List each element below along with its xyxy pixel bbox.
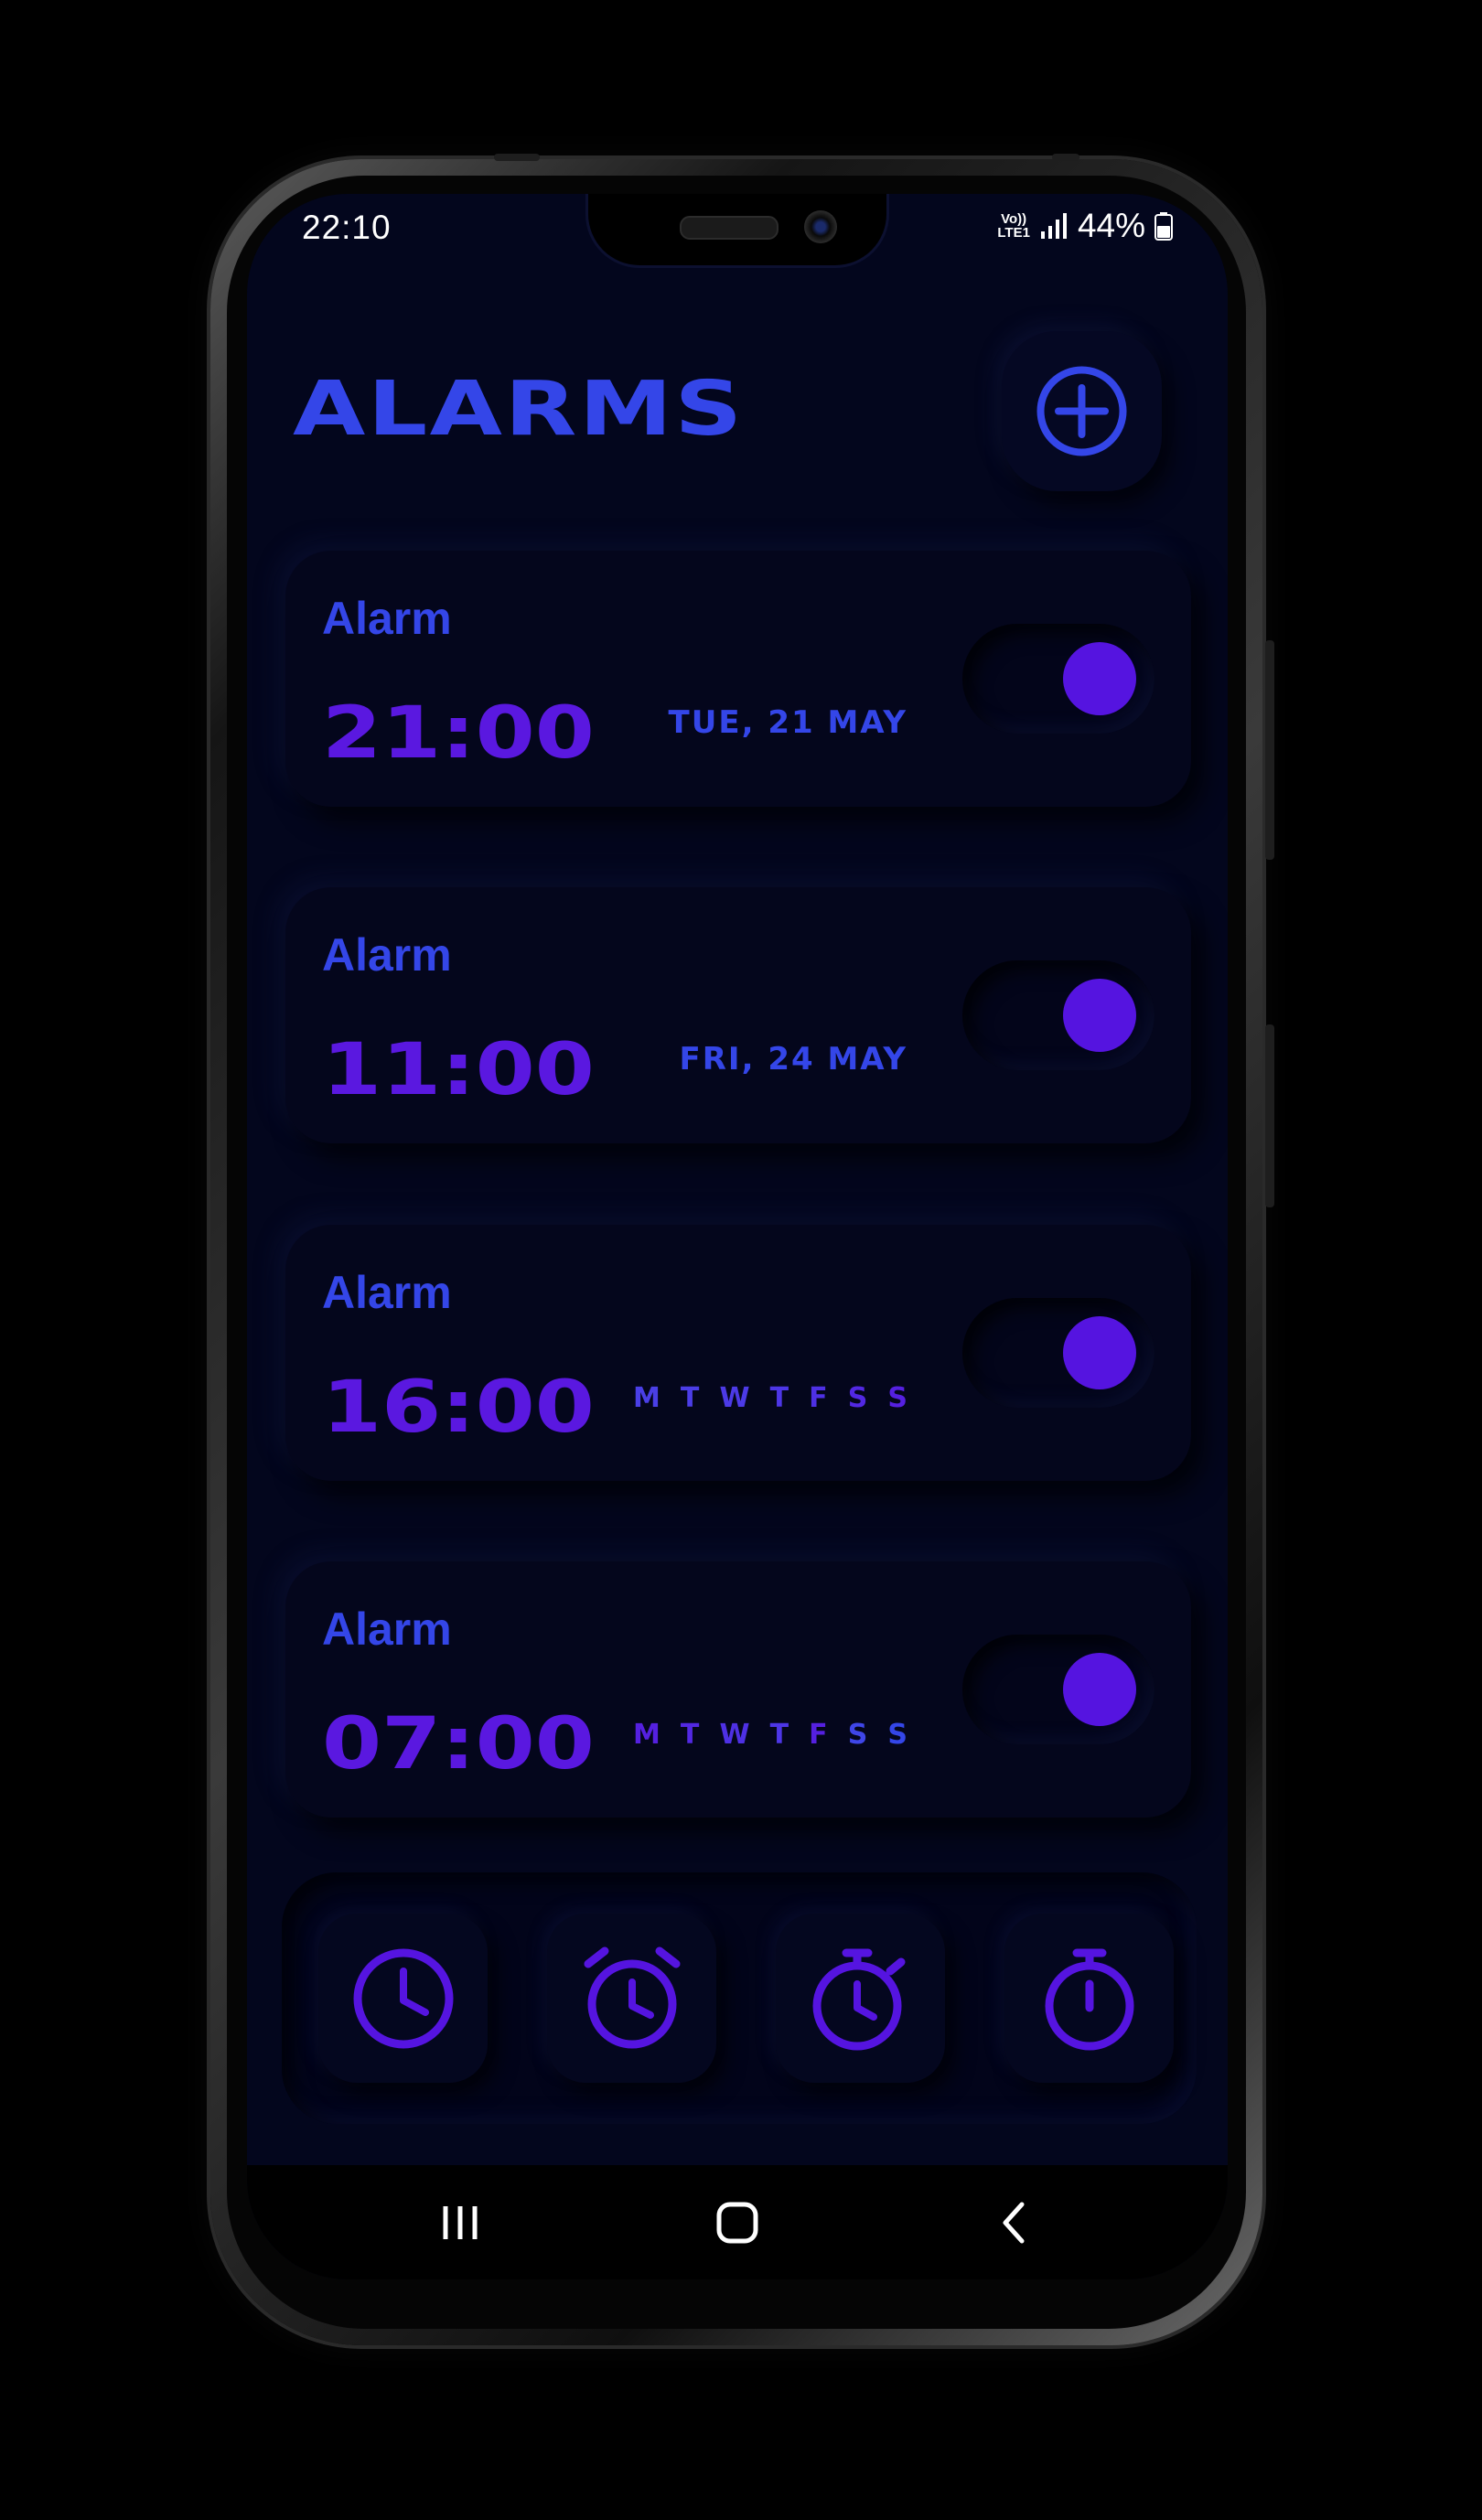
timer-icon — [1045, 1948, 1133, 2050]
alarm-card[interactable]: Alarm 21:00 TUE, 21 MAY — [285, 551, 1191, 807]
day-saturday[interactable]: S — [848, 1382, 868, 1414]
alarm-label: Alarm — [322, 1267, 452, 1318]
day-friday[interactable]: F — [809, 1382, 828, 1414]
stopwatch-icon — [812, 1948, 905, 2050]
day-friday[interactable]: F — [809, 1719, 828, 1751]
day-wednesday[interactable]: W — [719, 1719, 749, 1751]
status-indicators: Vo)) LTE1 44% — [997, 207, 1173, 245]
alarm-repeat-days: M T W T F S S — [633, 1719, 907, 1751]
alarm-date: TUE, 21 MAY — [668, 704, 907, 741]
alarm-card[interactable]: Alarm 11:00 FRI, 24 MAY — [285, 887, 1191, 1143]
volte-indicator: Vo)) LTE1 — [997, 212, 1030, 240]
alarm-date: FRI, 24 MAY — [679, 1041, 907, 1078]
back-button[interactable] — [923, 2165, 1106, 2279]
day-wednesday[interactable]: W — [719, 1382, 749, 1414]
alarm-card[interactable]: Alarm 16:00 M T W T F S S — [285, 1225, 1191, 1481]
day-monday[interactable]: M — [633, 1382, 660, 1414]
alarm-clock-icon — [584, 1946, 680, 2048]
alarm-toggle[interactable] — [962, 1635, 1154, 1744]
alarm-toggle[interactable] — [962, 624, 1154, 734]
alarm-label: Alarm — [322, 593, 452, 644]
alarm-card[interactable]: Alarm 07:00 M T W T F S S — [285, 1561, 1191, 1818]
nav-timer-button[interactable] — [1004, 1914, 1174, 2083]
home-icon — [716, 2202, 758, 2243]
lte-label: LTE1 — [997, 225, 1030, 241]
day-thursday[interactable]: T — [770, 1382, 789, 1414]
status-time: 22:10 — [302, 209, 392, 246]
toggle-knob — [1063, 1316, 1136, 1389]
earpiece-speaker — [680, 216, 779, 240]
phone-side-button-power — [1265, 640, 1274, 860]
phone-top-button-right — [1052, 154, 1079, 161]
day-saturday[interactable]: S — [848, 1719, 868, 1751]
alarm-toggle[interactable] — [962, 1298, 1154, 1408]
battery-percent: 44% — [1077, 207, 1145, 244]
add-alarm-button[interactable] — [1002, 331, 1162, 491]
phone-side-button-volume — [1265, 1024, 1274, 1207]
toggle-knob — [1063, 642, 1136, 715]
notch — [588, 194, 886, 265]
home-button[interactable] — [646, 2165, 829, 2279]
alarm-time: 07:00 — [322, 1703, 595, 1785]
back-icon — [1003, 2202, 1025, 2243]
day-sunday[interactable]: S — [887, 1382, 907, 1414]
signal-icon — [1040, 213, 1067, 239]
day-sunday[interactable]: S — [887, 1719, 907, 1751]
day-thursday[interactable]: T — [770, 1719, 789, 1751]
bottom-nav — [282, 1872, 1197, 2124]
toggle-knob — [1063, 1653, 1136, 1726]
front-camera — [804, 210, 837, 243]
day-tuesday[interactable]: T — [681, 1719, 699, 1751]
phone-top-button-left — [494, 154, 540, 161]
alarm-label: Alarm — [322, 929, 452, 981]
alarm-time: 21:00 — [322, 692, 595, 775]
nav-stopwatch-button[interactable] — [776, 1914, 945, 2083]
alarm-label: Alarm — [322, 1603, 452, 1655]
system-nav-bar — [247, 2165, 1228, 2279]
screen: 22:10 Vo)) LTE1 44% ALARMS Alarm 21:00 T… — [247, 194, 1228, 2279]
alarm-toggle[interactable] — [962, 960, 1154, 1070]
alarm-repeat-days: M T W T F S S — [633, 1382, 907, 1414]
volte-label: Vo)) — [1001, 211, 1027, 227]
battery-icon — [1154, 212, 1173, 241]
nav-alarm-button[interactable] — [547, 1914, 716, 2083]
alarm-time: 16:00 — [322, 1367, 595, 1449]
day-monday[interactable]: M — [633, 1719, 660, 1751]
alarm-time: 11:00 — [322, 1029, 595, 1111]
recents-icon — [443, 2205, 478, 2239]
clock-icon — [353, 1948, 453, 2048]
page-title: ALARMS — [293, 366, 745, 453]
toggle-knob — [1063, 979, 1136, 1052]
plus-circle-icon — [1036, 366, 1127, 456]
recents-button[interactable] — [369, 2165, 552, 2279]
day-tuesday[interactable]: T — [681, 1382, 699, 1414]
nav-clock-button[interactable] — [318, 1914, 488, 2083]
